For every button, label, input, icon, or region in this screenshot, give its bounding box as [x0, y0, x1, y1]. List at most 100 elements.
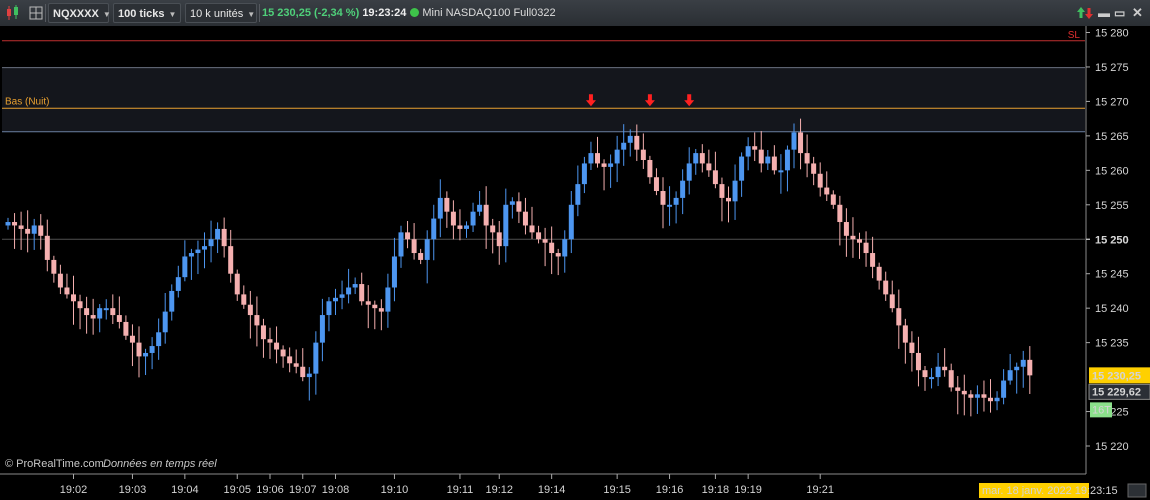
units-dropdown[interactable]: 10 k unités ▼: [185, 3, 257, 23]
bas-nuit-label: Bas (Nuit): [5, 96, 49, 107]
grid-icon[interactable]: [29, 4, 43, 24]
candle-body: [536, 232, 542, 240]
candle-body: [929, 377, 935, 380]
candle-body: [267, 339, 273, 343]
x-tick-label: 19:19: [734, 484, 762, 496]
y-tick-label: 15 265: [1095, 131, 1129, 143]
candle-body: [162, 311, 168, 333]
symbol-dropdown[interactable]: NQXXXX ▼: [48, 3, 111, 23]
candle-body: [457, 225, 463, 229]
candle-body: [346, 287, 352, 295]
chart-svg[interactable]: SL Bas (Nuit) 15 280 15 275 15 270 15 265 15 2…: [0, 26, 1150, 500]
candle-body: [516, 201, 522, 212]
candle-body: [202, 246, 207, 250]
y-tick-label: 15 270: [1095, 96, 1129, 108]
candle-body: [1020, 359, 1026, 367]
candle-body: [726, 197, 731, 202]
candle-body: [509, 201, 515, 205]
chevron-down-icon: ▼: [247, 10, 256, 19]
candle-body: [653, 177, 659, 192]
candle-body: [673, 197, 679, 205]
candle-body: [771, 156, 777, 171]
candle-body: [149, 346, 155, 353]
candle-body: [444, 197, 450, 212]
candle-body: [38, 225, 44, 236]
toolbar-separator: [259, 4, 260, 22]
price-arrows-icon[interactable]: [1076, 4, 1094, 24]
candle-body: [280, 349, 286, 357]
candle-body: [110, 308, 116, 316]
tick-count-label: 16T: [1092, 404, 1111, 416]
chevron-down-icon: ▼: [102, 10, 111, 19]
x-tick-label: 19:18: [702, 484, 730, 496]
candle-body: [817, 173, 823, 188]
candle-body: [555, 253, 561, 257]
y-tick-label: 15 245: [1095, 269, 1129, 281]
x-tick-label: 19:04: [171, 484, 199, 496]
candle-body: [247, 304, 253, 316]
candle-body: [595, 153, 600, 164]
watermark: © ProRealTime.com: [5, 458, 104, 470]
candle-body: [195, 249, 201, 254]
candle-body: [64, 287, 70, 295]
candle-body: [811, 163, 817, 174]
candle-body: [994, 397, 1000, 402]
candle-body: [424, 239, 430, 260]
candle-body: [221, 228, 227, 247]
candle-body: [391, 256, 397, 288]
candle-body: [464, 225, 469, 229]
maximize-icon[interactable]: ▭: [1114, 3, 1125, 23]
interval-dropdown[interactable]: 100 ticks ▼: [113, 3, 181, 23]
candle-body: [18, 225, 24, 229]
candle-body: [798, 132, 804, 154]
candle-body: [634, 135, 640, 150]
price-chart[interactable]: SL Bas (Nuit) 15 280 15 275 15 270 15 265 15 2…: [0, 26, 1150, 500]
x-tick-label: 19:11: [447, 484, 474, 496]
candle-body: [57, 273, 63, 288]
candle-body: [254, 315, 260, 326]
candle-body: [300, 366, 306, 378]
y-tick-label: 15 260: [1095, 165, 1129, 177]
candlestick-icon[interactable]: [5, 4, 21, 24]
candle-body: [51, 259, 57, 274]
resistance-zone: [2, 67, 1085, 132]
candle-body: [988, 397, 993, 402]
candle-body: [542, 239, 548, 243]
candle-body: [889, 294, 895, 309]
price-change: (-2,34 %): [314, 7, 360, 19]
candle-body: [418, 253, 424, 260]
y-highlight-label: 15 250: [1095, 234, 1129, 246]
candle-body: [752, 146, 758, 150]
candle-body: [274, 342, 280, 350]
candle-body: [870, 253, 876, 267]
candle-body: [1001, 380, 1007, 398]
candle-body: [1027, 359, 1033, 376]
candle-body: [732, 180, 738, 202]
candle-body: [97, 308, 103, 319]
bid-price-label: 15 229,62: [1092, 386, 1141, 398]
candle-body: [968, 394, 974, 398]
close-icon[interactable]: ✕: [1132, 3, 1143, 23]
y-tick-label: 15 280: [1095, 28, 1129, 40]
candle-body: [909, 342, 915, 353]
candle-body: [1007, 370, 1013, 381]
candle-body: [601, 163, 607, 167]
candle-body: [228, 246, 234, 274]
candle-body: [293, 363, 299, 367]
candle-body: [372, 304, 378, 309]
candle-body: [830, 194, 836, 205]
candle-body: [385, 287, 391, 312]
candle-body: [306, 373, 312, 378]
y-tick-label: 15 235: [1095, 338, 1129, 350]
candle-body: [902, 325, 908, 343]
candle-body: [667, 204, 673, 207]
candle-body: [876, 266, 882, 281]
units-label: 10 k unités: [190, 8, 244, 20]
minimize-icon[interactable]: ▬: [1098, 3, 1110, 23]
candle-body: [437, 197, 443, 219]
candle-body: [215, 228, 221, 240]
candle-body: [627, 135, 633, 143]
candle-body: [896, 308, 902, 326]
y-tick-label: 15 255: [1095, 200, 1129, 212]
candle-body: [411, 239, 417, 254]
